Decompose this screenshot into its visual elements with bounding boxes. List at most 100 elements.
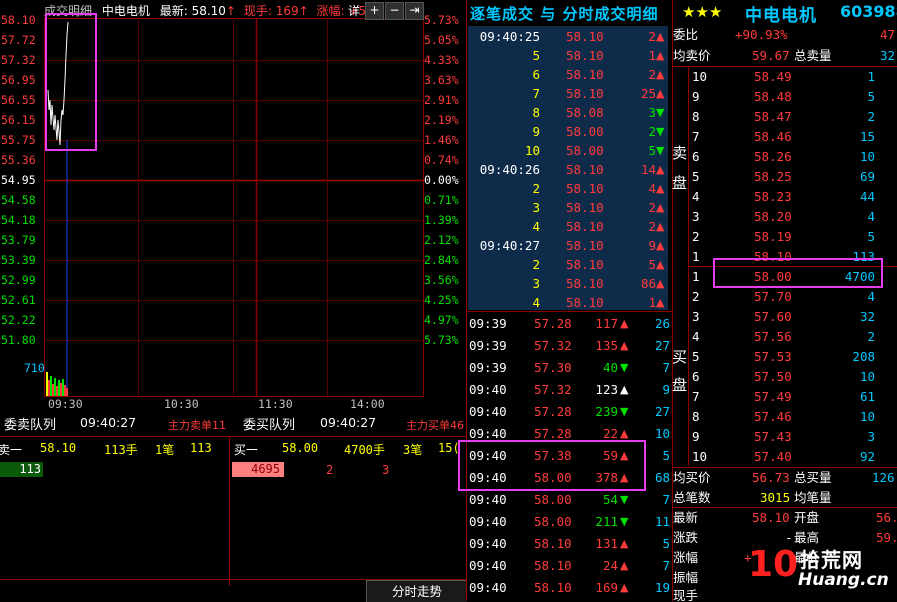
- book-level: 3: [692, 309, 700, 324]
- tick-time: 4: [532, 219, 540, 234]
- up-arrow-icon: ▲: [656, 87, 665, 100]
- up-arrow-icon: ▲: [620, 427, 629, 440]
- tick-time: 2: [532, 257, 540, 272]
- book-price: 57.70: [754, 289, 792, 304]
- current-hands-label: 现手: [673, 588, 699, 601]
- volume-bar: [60, 383, 62, 396]
- intraday-chart-tab[interactable]: 分时走势: [366, 580, 467, 602]
- total-count-label: 总笔数: [673, 490, 711, 505]
- book-volume: 4: [867, 289, 875, 304]
- book-volume: 15: [859, 129, 875, 144]
- volume-bar: [56, 386, 58, 396]
- tick-count: 7: [662, 360, 670, 375]
- tick-time: 09:40: [469, 558, 507, 573]
- tick-volume: 131: [595, 536, 618, 551]
- price-tick-label: 58.10: [1, 13, 36, 27]
- zoom-out-button[interactable]: −: [385, 2, 404, 20]
- book-level: 3: [692, 209, 700, 224]
- tick-price: 58.10: [566, 181, 604, 196]
- tick-count: 7: [662, 558, 670, 573]
- down-arrow-icon: ▼: [620, 493, 629, 506]
- buy-one-label: 买一: [234, 443, 259, 457]
- volume-bar: [48, 380, 50, 396]
- book-price: 57.53: [754, 349, 792, 364]
- tick-volume: 5: [648, 257, 656, 272]
- book-price: 57.56: [754, 329, 792, 344]
- book-volume: 3: [867, 429, 875, 444]
- sell-main-label: 主力卖单11: [168, 419, 226, 432]
- zoom-in-button[interactable]: +: [365, 2, 384, 20]
- tick-price: 58.10: [534, 558, 572, 573]
- buy-queue-bar[interactable]: 4695: [232, 462, 284, 477]
- up-arrow-icon: ▲: [620, 559, 629, 572]
- tick-volume: 54: [602, 492, 618, 507]
- buy-queue-item-3[interactable]: 3: [382, 463, 389, 477]
- tick-price: 58.00: [566, 124, 604, 139]
- tick-volume: 5: [648, 143, 656, 158]
- buy-queue-title[interactable]: 委买队列: [243, 414, 295, 433]
- tick-volume: 2: [648, 219, 656, 234]
- total-count-value: 3015: [760, 490, 791, 505]
- tick-count: 68: [654, 470, 670, 485]
- buy-one-hands: 4700手: [344, 443, 385, 457]
- volume-bar: [50, 376, 52, 396]
- tick-time: 5: [532, 48, 540, 63]
- down-arrow-icon: ▼: [656, 106, 665, 119]
- book-level: 9: [692, 429, 700, 444]
- percent-tick-label: 1.39%: [424, 213, 459, 227]
- tick-count: 11: [654, 514, 670, 529]
- detail-button[interactable]: 详: [348, 2, 360, 19]
- book-level: 6: [692, 369, 700, 384]
- amplitude-label: 振幅: [673, 570, 699, 585]
- price-tick-label: 54.58: [1, 193, 36, 207]
- watermark-logo: 10 拾荒网 Huang.cn: [748, 542, 897, 600]
- tick-volume: 86: [640, 276, 656, 291]
- up-arrow-icon: ▲: [656, 201, 665, 214]
- tick-price: 58.10: [566, 86, 604, 101]
- book-volume: 208: [852, 349, 875, 364]
- price-tick-label: 57.32: [1, 53, 36, 67]
- sell-queue-title[interactable]: 委卖队列: [4, 414, 56, 433]
- tick-price: 58.00: [534, 492, 572, 507]
- book-price: 58.26: [754, 149, 792, 164]
- latest-value-quote: 58.10: [752, 510, 790, 525]
- up-arrow-icon: ▲: [656, 49, 665, 62]
- up-arrow-icon: ▲: [656, 258, 665, 271]
- price-tick-label: 53.39: [1, 253, 36, 267]
- jump-end-button[interactable]: ⇥: [405, 2, 424, 20]
- quote-stock-code: 603988: [840, 2, 897, 21]
- book-volume: 2: [867, 109, 875, 124]
- tick-time: 09:40: [469, 580, 507, 595]
- volume-axis-label: 710: [24, 361, 45, 375]
- sell-one-price: 58.10: [40, 441, 77, 455]
- up-arrow-icon: ▲: [656, 30, 665, 43]
- up-arrow-icon: ▲: [620, 537, 629, 550]
- up-arrow-icon: ▲: [656, 220, 665, 233]
- avg-volume-label: 均笔量: [794, 490, 832, 505]
- buy-queue-item-2[interactable]: 2: [326, 463, 333, 477]
- avg-sell-label: 均卖价: [673, 48, 711, 63]
- highlight-box-ticks: [458, 440, 646, 491]
- volume-bars: [46, 372, 68, 396]
- order-ratio-label: 委比: [673, 27, 699, 42]
- tick-price: 58.10: [566, 238, 604, 253]
- book-level: 5: [692, 349, 700, 364]
- total-sell-value: 32: [880, 48, 896, 63]
- book-volume: 2: [867, 329, 875, 344]
- time-tick-label: 11:30: [258, 397, 293, 411]
- book-price: 58.19: [754, 229, 792, 244]
- percent-tick-label: 5.73%: [424, 13, 459, 27]
- tick-count: 27: [654, 338, 670, 353]
- tick-volume: 211: [595, 514, 618, 529]
- volume-bar: [58, 380, 60, 396]
- open-value: 56.: [876, 510, 897, 525]
- tick-volume: 14: [640, 162, 656, 177]
- book-price: 58.23: [754, 189, 792, 204]
- up-arrow-icon: ▲: [656, 163, 665, 176]
- up-arrow-icon: ↑: [225, 4, 236, 18]
- sell-queue-bar[interactable]: 113: [0, 462, 43, 477]
- tick-volume: 4: [648, 181, 656, 196]
- up-arrow-icon: ↑: [298, 4, 309, 18]
- tick-time: 09:40: [469, 404, 507, 419]
- tick-price: 57.32: [534, 382, 572, 397]
